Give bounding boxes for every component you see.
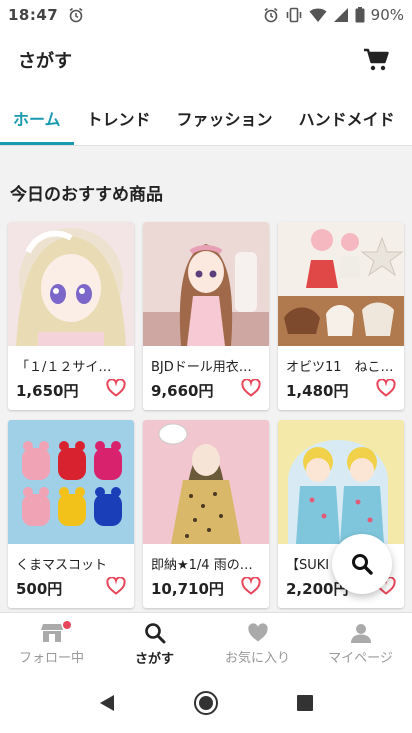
product-card[interactable]: くまマスコット 500円 xyxy=(8,420,134,608)
category-tabs: ホーム トレンド ファッション ハンドメイド xyxy=(0,90,412,146)
favorite-button[interactable] xyxy=(241,576,261,599)
recents-icon xyxy=(296,694,313,711)
favorite-button[interactable] xyxy=(106,576,126,599)
product-name: くまマスコット xyxy=(16,558,108,573)
favorite-button[interactable] xyxy=(241,378,261,401)
home-button[interactable] xyxy=(193,690,219,720)
favorite-button[interactable] xyxy=(376,378,396,401)
page-title: さがす xyxy=(18,51,72,72)
product-price: 1,650円 xyxy=(16,381,79,400)
floating-search-button[interactable] xyxy=(332,534,392,594)
system-nav-bar xyxy=(0,676,412,733)
search-icon xyxy=(352,554,373,575)
status-bar: 18:47 90% xyxy=(0,0,412,30)
nav-search-label: さがす xyxy=(134,652,174,667)
wifi-icon xyxy=(309,7,327,23)
product-image xyxy=(143,420,269,544)
product-name: BJDドール用衣… xyxy=(151,360,252,375)
back-icon xyxy=(100,694,115,711)
product-image xyxy=(8,420,134,544)
product-card[interactable]: 「１/１２サイ… 1,650円 xyxy=(8,222,134,410)
product-name: 即納★1/4 雨の… xyxy=(151,558,253,573)
cart-button[interactable] xyxy=(358,42,394,78)
tab-trend[interactable]: トレンド xyxy=(74,90,164,145)
vibrate-icon xyxy=(285,7,303,23)
product-card[interactable]: オビツ11 ねこ… 1,480円 xyxy=(278,222,404,410)
heart-icon xyxy=(241,378,261,397)
tab-home[interactable]: ホーム xyxy=(0,90,74,145)
cart-icon xyxy=(364,48,389,71)
tab-fashion-label: ファッション xyxy=(176,109,273,129)
nav-mypage-label: マイページ xyxy=(328,651,393,666)
screen: 18:47 90% さがす ホーム トレンド ファッション ハンドメイド 今日の… xyxy=(0,0,412,733)
tab-handmade[interactable]: ハンドメイド xyxy=(286,90,408,145)
bottom-nav: フォロー中 さがす お気に入り マイページ xyxy=(0,612,412,676)
product-name: オビツ11 ねこ… xyxy=(286,360,394,375)
nav-favorites[interactable]: お気に入り xyxy=(206,613,309,676)
product-price: 500円 xyxy=(16,579,63,598)
person-icon xyxy=(350,624,371,643)
product-price: 1,480円 xyxy=(286,381,349,400)
back-button[interactable] xyxy=(98,693,116,717)
alarm-icon xyxy=(68,7,84,23)
notification-badge xyxy=(63,621,71,629)
app-bar: さがす xyxy=(0,30,412,90)
product-price: 10,710円 xyxy=(151,579,224,598)
favorite-button[interactable] xyxy=(106,378,126,401)
product-card[interactable]: 即納★1/4 雨の… 10,710円 xyxy=(143,420,269,608)
battery-icon xyxy=(355,7,365,23)
nav-search[interactable]: さがす xyxy=(103,613,206,676)
nav-mypage[interactable]: マイページ xyxy=(309,613,412,676)
heart-icon xyxy=(247,623,268,642)
battery-percent: 90% xyxy=(370,6,404,24)
product-name: 「１/１２サイ… xyxy=(16,360,112,375)
status-time: 18:47 xyxy=(8,6,59,24)
product-price: 9,660円 xyxy=(151,381,214,400)
tab-home-label: ホーム xyxy=(13,109,61,129)
nav-favorites-label: お気に入り xyxy=(224,651,290,666)
product-image xyxy=(278,420,404,544)
store-icon xyxy=(40,624,63,642)
search-icon xyxy=(144,623,165,644)
heart-icon xyxy=(376,378,396,397)
signal-icon xyxy=(333,7,349,23)
heart-icon xyxy=(106,378,126,397)
nav-following[interactable]: フォロー中 xyxy=(0,613,103,676)
home-icon xyxy=(193,690,218,715)
tab-trend-label: トレンド xyxy=(86,109,151,129)
heart-icon xyxy=(241,576,261,595)
alarm-icon xyxy=(263,7,279,23)
section-title: 今日のおすすめ商品 xyxy=(10,185,163,205)
product-image xyxy=(278,222,404,346)
product-image xyxy=(143,222,269,346)
tab-fashion[interactable]: ファッション xyxy=(164,90,286,145)
nav-following-label: フォロー中 xyxy=(18,651,84,666)
heart-icon xyxy=(106,576,126,595)
product-card[interactable]: BJDドール用衣… 9,660円 xyxy=(143,222,269,410)
product-image xyxy=(8,222,134,346)
tab-handmade-label: ハンドメイド xyxy=(298,109,395,129)
recents-button[interactable] xyxy=(296,694,314,716)
